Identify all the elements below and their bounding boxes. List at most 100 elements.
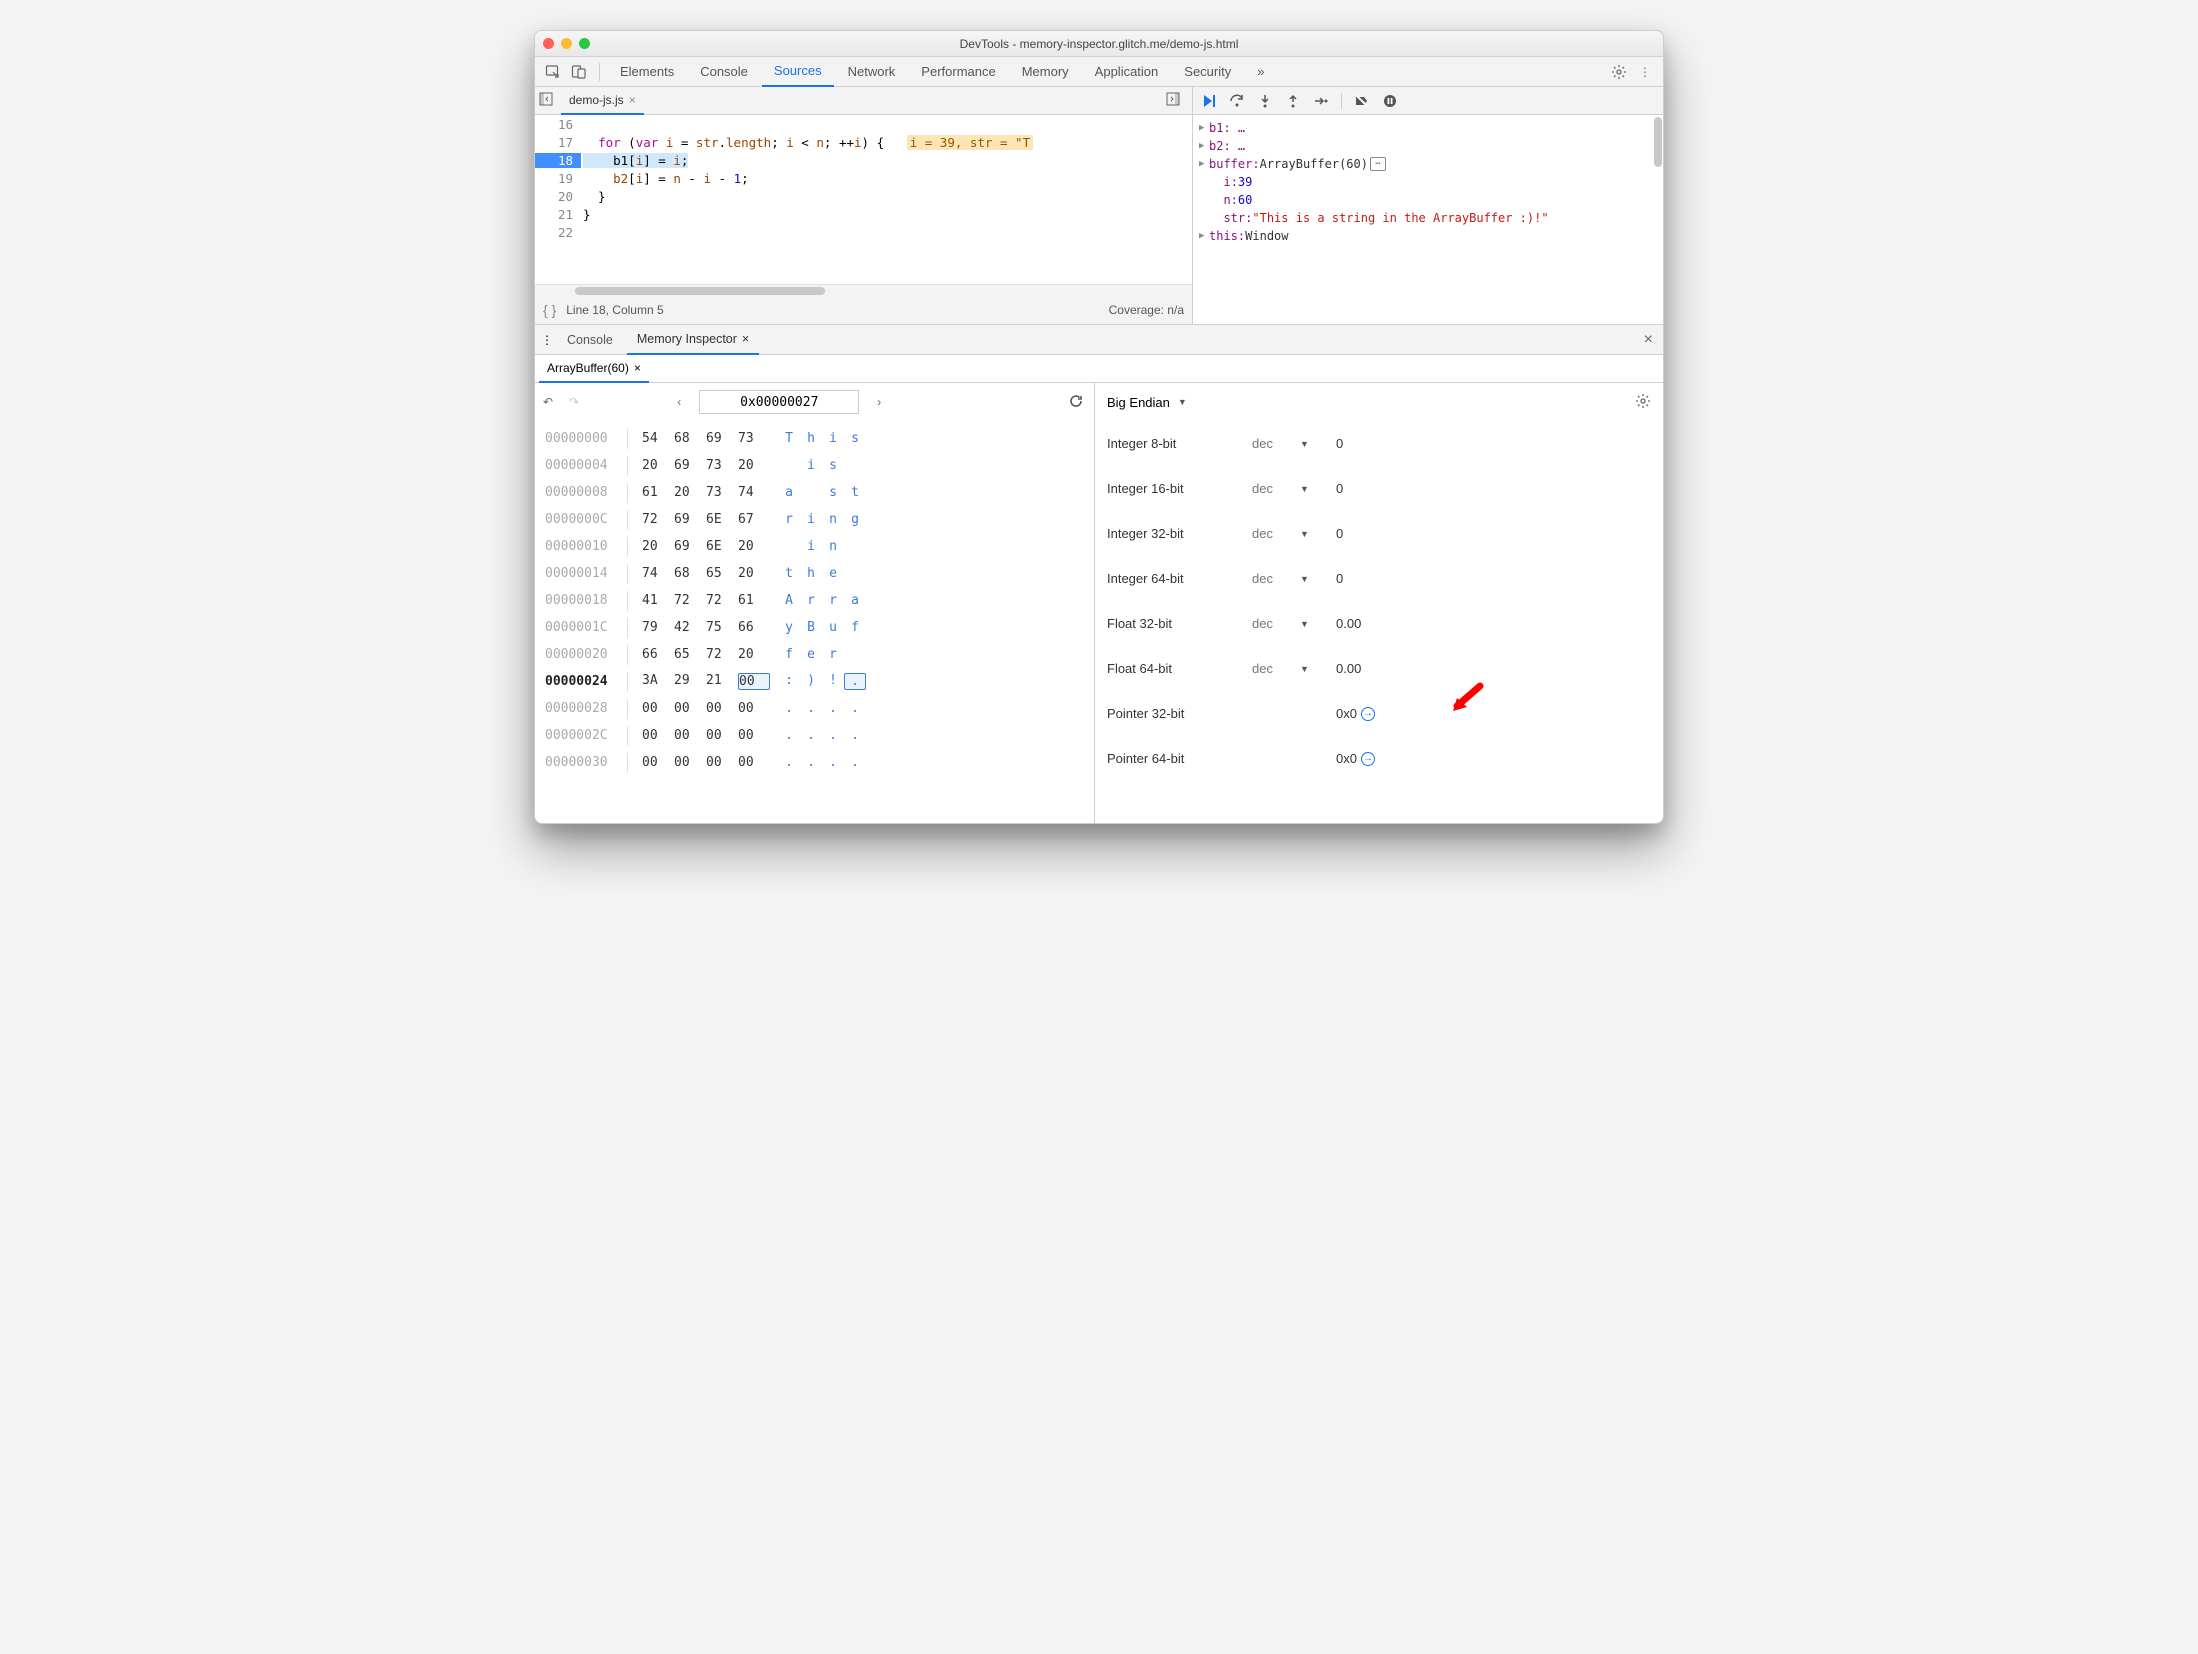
value-settings-icon[interactable] (1635, 393, 1651, 412)
hex-ascii-char[interactable]: n (822, 539, 844, 554)
hex-ascii-char[interactable]: u (822, 620, 844, 635)
hex-ascii-char[interactable]: g (844, 512, 866, 527)
hex-byte[interactable]: 20 (738, 647, 770, 662)
deactivate-breakpoints-icon[interactable] (1352, 91, 1372, 111)
hex-ascii-char[interactable]: . (844, 755, 866, 770)
hex-byte[interactable]: 73 (738, 431, 770, 446)
tab-sources[interactable]: Sources (762, 57, 834, 87)
hex-byte[interactable]: 00 (674, 701, 706, 716)
hex-byte[interactable]: 69 (674, 512, 706, 527)
chevron-down-icon[interactable]: ▼ (1178, 397, 1187, 407)
hex-byte[interactable]: 69 (674, 539, 706, 554)
hex-ascii-char[interactable]: s (822, 458, 844, 473)
drawer-tab-console[interactable]: Console (557, 325, 623, 355)
hex-byte[interactable]: 74 (738, 485, 770, 500)
hex-byte[interactable]: 3A (642, 673, 674, 690)
hex-byte[interactable]: 69 (674, 458, 706, 473)
hex-byte[interactable]: 00 (738, 755, 770, 770)
chevron-down-icon[interactable]: ▼ (1300, 484, 1336, 494)
endianness-select[interactable]: Big Endian (1107, 395, 1170, 410)
hex-ascii-char[interactable]: r (822, 593, 844, 608)
hex-ascii-char[interactable]: . (800, 728, 822, 743)
hex-byte[interactable]: 00 (642, 701, 674, 716)
hex-ascii-char[interactable]: . (800, 701, 822, 716)
hex-ascii-char[interactable]: . (822, 701, 844, 716)
navigator-toggle-icon[interactable] (539, 92, 561, 109)
hex-byte[interactable]: 73 (706, 485, 738, 500)
hex-byte[interactable]: 74 (642, 566, 674, 581)
hex-ascii-char[interactable] (800, 485, 822, 500)
value-mode-select[interactable]: dec (1252, 661, 1300, 676)
hex-byte[interactable]: 00 (674, 728, 706, 743)
hex-byte[interactable]: 72 (706, 593, 738, 608)
hex-byte[interactable]: 65 (706, 566, 738, 581)
chevron-down-icon[interactable]: ▼ (1300, 439, 1336, 449)
hex-ascii-char[interactable]: e (822, 566, 844, 581)
chevron-down-icon[interactable]: ▼ (1300, 529, 1336, 539)
drawer-tab-memory-inspector[interactable]: Memory Inspector × (627, 325, 759, 355)
hex-ascii-char[interactable]: r (778, 512, 800, 527)
tab-performance[interactable]: Performance (909, 57, 1007, 87)
hex-byte[interactable]: 68 (674, 566, 706, 581)
horizontal-scrollbar[interactable] (535, 284, 1192, 296)
close-icon[interactable]: × (742, 332, 749, 346)
hex-ascii-char[interactable]: . (844, 701, 866, 716)
hex-ascii-char[interactable]: a (844, 593, 866, 608)
redo-icon[interactable]: ↷ (569, 395, 587, 409)
more-tabs-icon[interactable]: » (1245, 57, 1276, 87)
hex-byte[interactable]: 61 (738, 593, 770, 608)
hex-byte[interactable]: 00 (738, 728, 770, 743)
hex-ascii-char[interactable]: . (844, 673, 866, 690)
undo-icon[interactable]: ↶ (543, 395, 561, 409)
hex-byte[interactable]: 42 (674, 620, 706, 635)
hex-ascii-char[interactable]: ) (800, 673, 822, 690)
hex-ascii-char[interactable] (778, 458, 800, 473)
hex-ascii-char[interactable]: n (822, 512, 844, 527)
kebab-icon[interactable]: ⋮ (1633, 60, 1657, 84)
hex-byte[interactable]: 67 (738, 512, 770, 527)
hex-byte[interactable]: 20 (642, 539, 674, 554)
hex-ascii-char[interactable]: . (778, 701, 800, 716)
settings-icon[interactable] (1607, 60, 1631, 84)
hex-byte[interactable]: 79 (642, 620, 674, 635)
hex-byte[interactable]: 69 (706, 431, 738, 446)
jump-to-address-icon[interactable]: → (1361, 707, 1375, 721)
hex-ascii-char[interactable]: B (800, 620, 822, 635)
tab-application[interactable]: Application (1083, 57, 1171, 87)
close-icon[interactable]: × (629, 93, 636, 107)
hex-ascii-char[interactable]: . (844, 728, 866, 743)
hex-ascii-char[interactable]: a (778, 485, 800, 500)
hex-byte[interactable]: 66 (642, 647, 674, 662)
value-mode-select[interactable]: dec (1252, 481, 1300, 496)
hex-byte[interactable]: 00 (706, 701, 738, 716)
hex-ascii-char[interactable]: h (800, 431, 822, 446)
step-over-icon[interactable] (1227, 91, 1247, 111)
hex-ascii-char[interactable]: y (778, 620, 800, 635)
hex-ascii-char[interactable]: s (822, 485, 844, 500)
hex-ascii-char[interactable] (844, 566, 866, 581)
pause-exceptions-icon[interactable] (1380, 91, 1400, 111)
value-mode-select[interactable]: dec (1252, 571, 1300, 586)
hex-ascii-char[interactable]: . (822, 728, 844, 743)
tab-security[interactable]: Security (1172, 57, 1243, 87)
scope-scrollbar[interactable] (1654, 117, 1662, 167)
resume-icon[interactable] (1199, 91, 1219, 111)
step-out-icon[interactable] (1283, 91, 1303, 111)
hex-ascii-char[interactable]: f (778, 647, 800, 662)
address-input[interactable] (699, 390, 859, 414)
tab-console[interactable]: Console (688, 57, 760, 87)
tab-network[interactable]: Network (836, 57, 908, 87)
tab-memory[interactable]: Memory (1010, 57, 1081, 87)
hex-byte[interactable]: 68 (674, 431, 706, 446)
hex-byte[interactable]: 21 (706, 673, 738, 690)
hex-byte[interactable]: 72 (706, 647, 738, 662)
chevron-down-icon[interactable]: ▼ (1300, 574, 1336, 584)
hex-ascii-char[interactable]: r (822, 647, 844, 662)
hex-ascii-char[interactable]: i (800, 539, 822, 554)
hex-ascii-char[interactable]: : (778, 673, 800, 690)
hex-ascii-char[interactable]: s (844, 431, 866, 446)
inspect-icon[interactable] (541, 60, 565, 84)
value-mode-select[interactable]: dec (1252, 526, 1300, 541)
value-mode-select[interactable]: dec (1252, 436, 1300, 451)
hex-ascii-char[interactable]: i (822, 431, 844, 446)
